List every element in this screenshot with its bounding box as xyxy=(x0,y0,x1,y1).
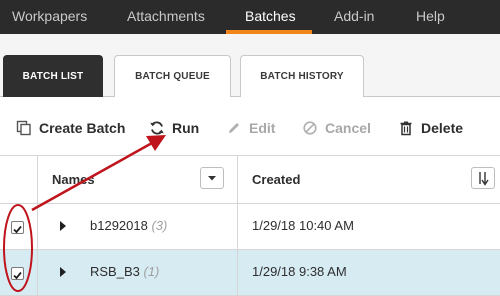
table-row[interactable]: RSB_B3 (1) 1/29/18 9:38 AM xyxy=(0,250,500,296)
batch-created-date: 1/29/18 9:38 AM xyxy=(252,264,347,279)
cancel-button[interactable]: Cancel xyxy=(302,118,371,138)
header-names-column: Names xyxy=(38,156,238,204)
expand-arrow-icon[interactable] xyxy=(60,221,66,231)
chevron-down-icon xyxy=(208,176,216,181)
batch-subtabs: BATCH LIST BATCH QUEUE BATCH HISTORY xyxy=(0,34,500,97)
top-navigation: Workpapers Attachments Batches Add-in He… xyxy=(0,0,500,34)
tab-batch-history[interactable]: BATCH HISTORY xyxy=(240,55,364,97)
create-batch-label: Create Batch xyxy=(39,120,126,136)
created-sort-button[interactable] xyxy=(471,167,495,189)
batch-created-date: 1/29/18 10:40 AM xyxy=(252,218,354,233)
row-select-cell xyxy=(0,250,38,296)
table-row[interactable]: b1292018 (3) 1/29/18 10:40 AM xyxy=(0,204,500,250)
edit-button[interactable]: Edit xyxy=(226,118,275,138)
names-column-label: Names xyxy=(52,172,95,187)
batch-item-count: (3) xyxy=(151,218,168,233)
create-batch-button[interactable]: Create Batch xyxy=(16,118,125,138)
batch-name: b1292018 (3) xyxy=(90,218,168,233)
cancel-icon xyxy=(302,120,318,136)
trash-icon xyxy=(398,120,414,136)
run-button[interactable]: Run xyxy=(149,118,199,138)
checkmark-icon xyxy=(13,271,22,280)
batch-name: RSB_B3 (1) xyxy=(90,264,160,279)
nav-tab-batches[interactable]: Batches xyxy=(245,0,296,34)
cancel-label: Cancel xyxy=(325,120,371,136)
tab-batch-queue[interactable]: BATCH QUEUE xyxy=(114,55,231,97)
row-select-cell xyxy=(0,204,38,250)
row-checkbox[interactable] xyxy=(11,221,24,234)
nav-tab-workpapers[interactable]: Workpapers xyxy=(12,0,87,34)
names-column-menu-button[interactable] xyxy=(200,167,224,189)
header-select-column xyxy=(0,156,38,204)
nav-tab-help[interactable]: Help xyxy=(416,0,445,34)
expand-arrow-icon[interactable] xyxy=(60,267,66,277)
delete-label: Delete xyxy=(421,120,464,136)
row-checkbox[interactable] xyxy=(11,267,24,280)
table-header: Names Created xyxy=(0,156,500,204)
sort-descending-icon xyxy=(479,172,489,186)
pencil-icon xyxy=(226,120,242,136)
delete-button[interactable]: Delete xyxy=(398,118,463,138)
batch-toolbar: Create Batch Run Edit Cancel Delete xyxy=(0,98,500,156)
created-column-label: Created xyxy=(252,172,301,187)
tab-batch-list[interactable]: BATCH LIST xyxy=(3,55,103,97)
nav-tab-add-in[interactable]: Add-in xyxy=(334,0,374,34)
checkmark-icon xyxy=(13,225,22,234)
row-name-cell: RSB_B3 (1) xyxy=(38,250,238,296)
run-label: Run xyxy=(172,120,200,136)
refresh-icon xyxy=(149,120,165,136)
row-name-cell: b1292018 (3) xyxy=(38,204,238,250)
batch-item-count: (1) xyxy=(143,264,160,279)
nav-tab-attachments[interactable]: Attachments xyxy=(127,0,205,34)
edit-label: Edit xyxy=(249,120,276,136)
copy-icon xyxy=(16,120,32,136)
